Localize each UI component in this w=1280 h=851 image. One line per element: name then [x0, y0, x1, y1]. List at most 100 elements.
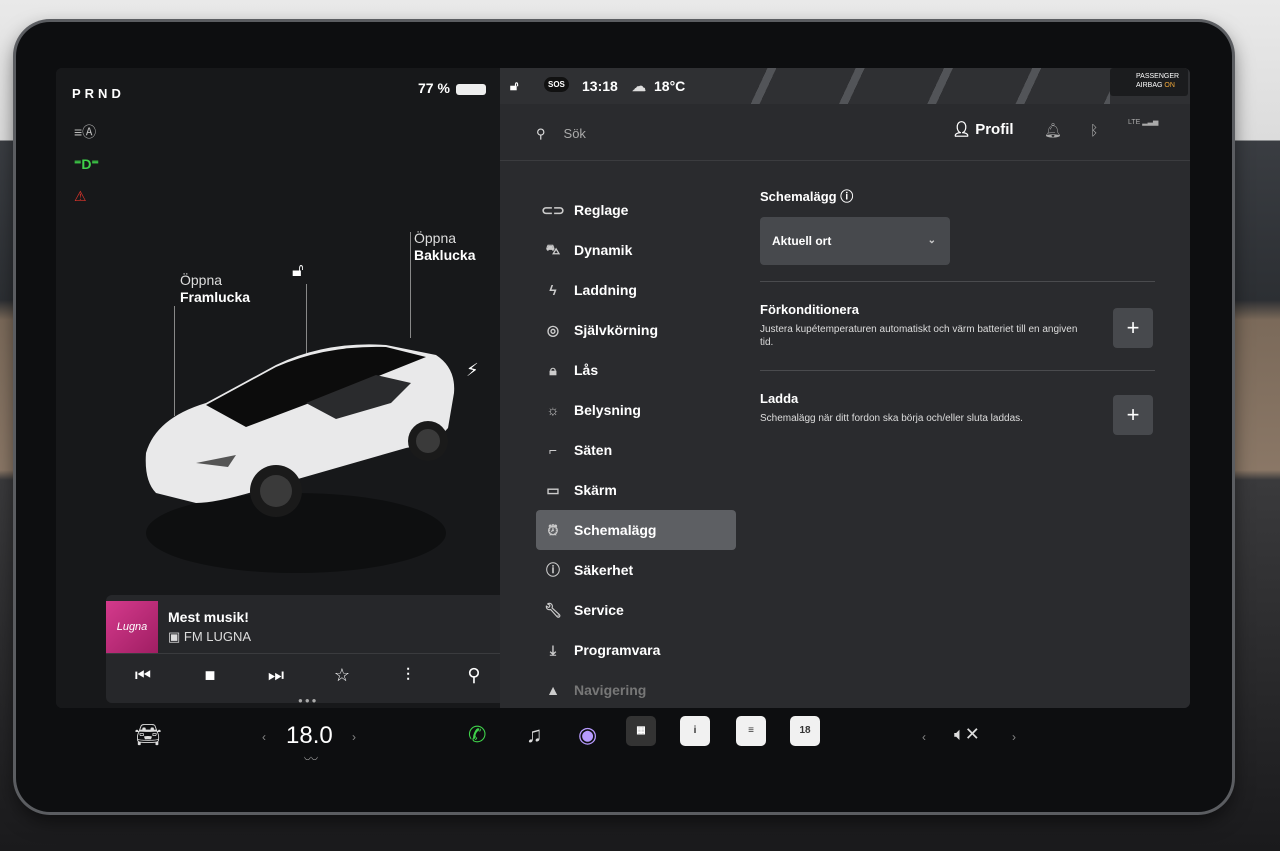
menu-label: Reglage [574, 202, 629, 218]
divider [760, 370, 1155, 371]
menu-item-skarm[interactable]: ▭ Skärm [536, 470, 736, 510]
add-charge-button[interactable]: + [1113, 395, 1153, 435]
frunk-label-line1: Öppna [180, 272, 223, 288]
steering-icon: ◎ [546, 321, 560, 338]
media-search-icon[interactable]: ⚲ [459, 665, 489, 686]
menu-item-service[interactable]: 🔧︎ Service [536, 590, 736, 630]
bolt-icon: ϟ [549, 282, 557, 298]
info-circle-icon: ⓘ [546, 562, 560, 578]
menu-item-sakerhet[interactable]: ⓘ Säkerhet [536, 550, 736, 590]
dropdown-value: Aktuell ort [772, 234, 832, 248]
unlock-icon[interactable]: 🔓︎ [292, 260, 304, 281]
menu-item-las[interactable]: 🔒︎ Lås [536, 350, 736, 390]
equalizer-icon[interactable]: ⫶ [393, 665, 423, 686]
media-player[interactable]: Lugna Mest musik! ▣ FM LUGNA ⏮︎ ■ ⏭︎ ☆ ⫶… [106, 595, 506, 703]
bluetooth-icon[interactable]: ᛒ [1090, 122, 1098, 138]
menu-label: Laddning [574, 282, 637, 298]
add-precondition-button[interactable]: + [1113, 308, 1153, 348]
open-trunk-button[interactable]: Öppna Baklucka [414, 230, 475, 264]
precondition-title: Förkonditionera [760, 302, 859, 317]
profile-label: Profil [975, 121, 1014, 138]
volume-down-chevron-icon[interactable]: ‹ [922, 730, 926, 744]
menu-item-laddning[interactable]: ϟ Laddning [536, 270, 736, 310]
outside-temperature: 18°C [654, 78, 686, 94]
menu-item-sjalvkorning[interactable]: ◎ Självkörning [536, 310, 736, 350]
menu-item-saten[interactable]: ⌐ Säten [536, 430, 736, 470]
download-icon: ⤓ [549, 641, 557, 658]
schedule-content: Schemalägg ⓘ Aktuell ort ⌄ Förkonditioner… [760, 186, 1155, 447]
gear-selector[interactable]: PRND [72, 86, 125, 101]
menu-label: Navigering [574, 682, 647, 698]
seat-icon: ⌐ [548, 442, 558, 458]
profile-button[interactable]: 👤︎ Profil [952, 120, 1014, 138]
menu-item-programvara[interactable]: ⤓ Programvara [536, 630, 736, 670]
stop-icon[interactable]: ■ [195, 665, 225, 686]
calendar-day: 18 [799, 725, 811, 736]
frunk-label-line2: Framlucka [180, 289, 251, 305]
seatbelt-warning-icon: ⚠ [74, 188, 87, 204]
menu-label: Dynamik [574, 242, 633, 258]
mute-icon[interactable]: 🔈︎✕ [954, 724, 980, 745]
bell-icon[interactable]: 🔔︎ [1044, 122, 1062, 139]
search-icon: ⚲ [536, 126, 546, 141]
temp-up-chevron-icon[interactable]: › [352, 730, 356, 744]
toybox-app-icon[interactable]: ▦ [626, 716, 656, 746]
schedule-heading-label: Schemalägg [760, 189, 837, 204]
volume-up-chevron-icon[interactable]: › [1012, 730, 1016, 744]
toggle-icon: ⊂⊃ [541, 201, 565, 218]
auto-headlight-icon: ≡Ⓐ [74, 124, 97, 140]
next-track-icon[interactable]: ⏭︎ [261, 665, 291, 686]
media-station: ▣ FM LUGNA [168, 629, 251, 645]
temp-down-chevron-icon[interactable]: ‹ [262, 730, 266, 744]
sos-button[interactable]: SOS [544, 77, 569, 92]
charge-description: Schemalägg när ditt fordon ska börja och… [760, 413, 1023, 424]
phone-icon[interactable]: ✆ [468, 722, 486, 748]
lte-label: LTE [1128, 119, 1141, 126]
car-controls-icon[interactable]: 🚘︎ [134, 722, 162, 748]
media-station-label: FM LUGNA [183, 629, 252, 644]
album-art: Lugna [106, 601, 158, 653]
manual-app-icon[interactable]: i [680, 716, 710, 746]
music-note-icon[interactable]: ♫ [526, 722, 543, 748]
favorite-star-icon[interactable]: ☆ [327, 665, 357, 686]
settings-top-bar: ⚲ Sök 👤︎ Profil 🔔︎ ᛒ LTE ▂▃▅ [500, 104, 1190, 161]
calendar-app-icon[interactable]: 18 [790, 716, 820, 746]
charge-port-icon[interactable]: ⚡︎ [466, 360, 479, 381]
menu-item-belysning[interactable]: ☼ Belysning [536, 390, 736, 430]
menu-item-dynamik[interactable]: ⛍ Dynamik [536, 230, 736, 270]
lock-status-icon[interactable]: 🔓︎ [510, 78, 518, 94]
charge-row: Ladda Schemalägg när ditt fordon ska bör… [760, 391, 1155, 447]
touchscreen: PRND 77 % ≡Ⓐ ⁼D⁼ ⚠ Öppna Framlucka Öppna… [56, 68, 1190, 708]
previous-track-icon[interactable]: ⏮︎ [128, 665, 158, 686]
search-placeholder: Sök [563, 126, 586, 141]
menu-label: Service [574, 602, 624, 618]
menu-item-navigering[interactable]: ▲ Navigering [536, 670, 736, 708]
car-view-panel: PRND 77 % ≡Ⓐ ⁼D⁼ ⚠ Öppna Framlucka Öppna… [56, 68, 506, 708]
airbag-line1: PASSENGER [1136, 73, 1180, 80]
menu-label: Självkörning [574, 322, 659, 338]
info-icon[interactable]: ⓘ [840, 189, 853, 204]
open-frunk-button[interactable]: Öppna Framlucka [180, 272, 250, 306]
nav-arrow-icon: ▲ [546, 682, 560, 698]
menu-label: Programvara [574, 642, 661, 658]
menu-item-schemalagg[interactable]: ⏰︎ Schemalägg [536, 510, 736, 550]
person-icon: 👤︎ [952, 121, 976, 138]
trunk-label-line2: Baklucka [414, 247, 476, 263]
display-icon: ▭ [546, 481, 560, 498]
cabin-temperature[interactable]: 18.0 [286, 722, 333, 750]
divider [760, 281, 1155, 282]
camera-icon[interactable]: ◉ [578, 722, 597, 748]
car-icon: ⛍ [545, 240, 561, 257]
location-dropdown[interactable]: Aktuell ort ⌄ [760, 217, 950, 265]
precondition-row: Förkonditionera Justera kupétemperaturen… [760, 302, 1155, 358]
chevron-down-icon: ⌄ [927, 235, 936, 246]
notes-app-icon[interactable]: ≡ [736, 716, 766, 746]
search-field[interactable]: ⚲ Sök [536, 126, 586, 142]
status-bar: 🔓︎ SOS 13:18 ☁ 18°C PASSENGER AIRBAG ON [500, 68, 1190, 104]
menu-item-reglage[interactable]: ⊂⊃ Reglage [536, 190, 736, 230]
seat-heater-icon[interactable]: ◡◡ [304, 752, 318, 761]
wrench-icon: 🔧︎ [544, 601, 562, 618]
weather-cloud-icon: ☁ [632, 78, 646, 94]
lock-icon: 🔒︎ [549, 361, 557, 378]
battery-percent: 77 % [418, 80, 450, 96]
